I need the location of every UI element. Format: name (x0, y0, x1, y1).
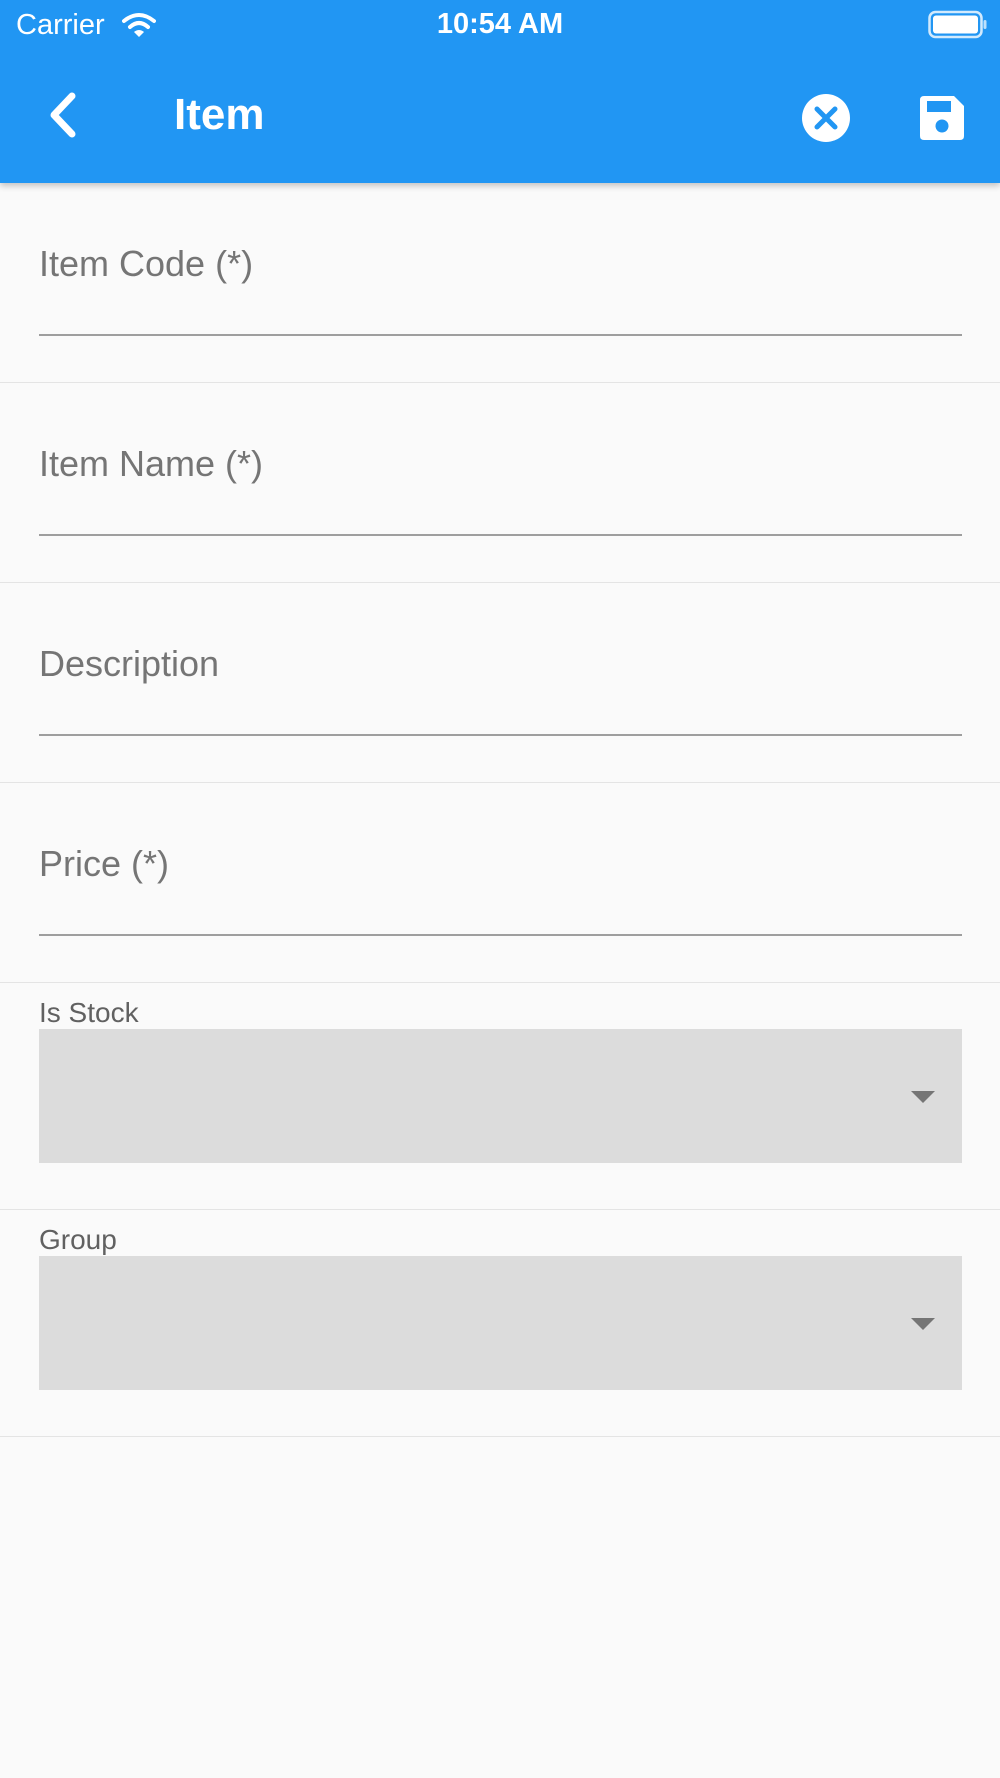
item-name-field[interactable]: Item Name (*) (39, 383, 962, 536)
close-circle-icon (802, 94, 850, 142)
item-code-label: Item Code (*) (39, 243, 254, 284)
chevron-left-icon (50, 92, 76, 138)
app-header: Carrier 10:54 AM Item (0, 0, 1000, 183)
description-label: Description (39, 643, 220, 684)
save-button[interactable] (912, 88, 972, 148)
back-button[interactable] (36, 80, 100, 152)
is-stock-dropdown[interactable] (39, 1029, 962, 1163)
price-field[interactable]: Price (*) (39, 783, 962, 936)
description-row: Description (0, 583, 1000, 783)
is-stock-label: Is Stock (39, 997, 139, 1028)
battery-icon (928, 10, 987, 39)
group-label: Group (39, 1224, 117, 1255)
caret-down-icon (911, 1091, 935, 1103)
page-title: Item (174, 90, 265, 139)
price-label: Price (*) (39, 843, 170, 884)
item-form: Item Code (*) Item Name (*) Description … (0, 183, 1000, 1437)
group-row: Group (0, 1210, 1000, 1437)
item-name-row: Item Name (*) (0, 383, 1000, 583)
item-name-label: Item Name (*) (39, 443, 264, 484)
item-code-row: Item Code (*) (0, 183, 1000, 383)
item-code-field[interactable]: Item Code (*) (39, 183, 962, 336)
status-bar: Carrier 10:54 AM (0, 0, 1000, 50)
clock: 10:54 AM (436, 8, 564, 40)
is-stock-row: Is Stock (0, 983, 1000, 1210)
price-row: Price (*) (0, 783, 1000, 983)
group-dropdown[interactable] (39, 1256, 962, 1390)
caret-down-icon (911, 1318, 935, 1330)
floppy-disk-icon (920, 96, 964, 140)
description-field[interactable]: Description (39, 583, 962, 736)
cancel-button[interactable] (796, 88, 856, 148)
